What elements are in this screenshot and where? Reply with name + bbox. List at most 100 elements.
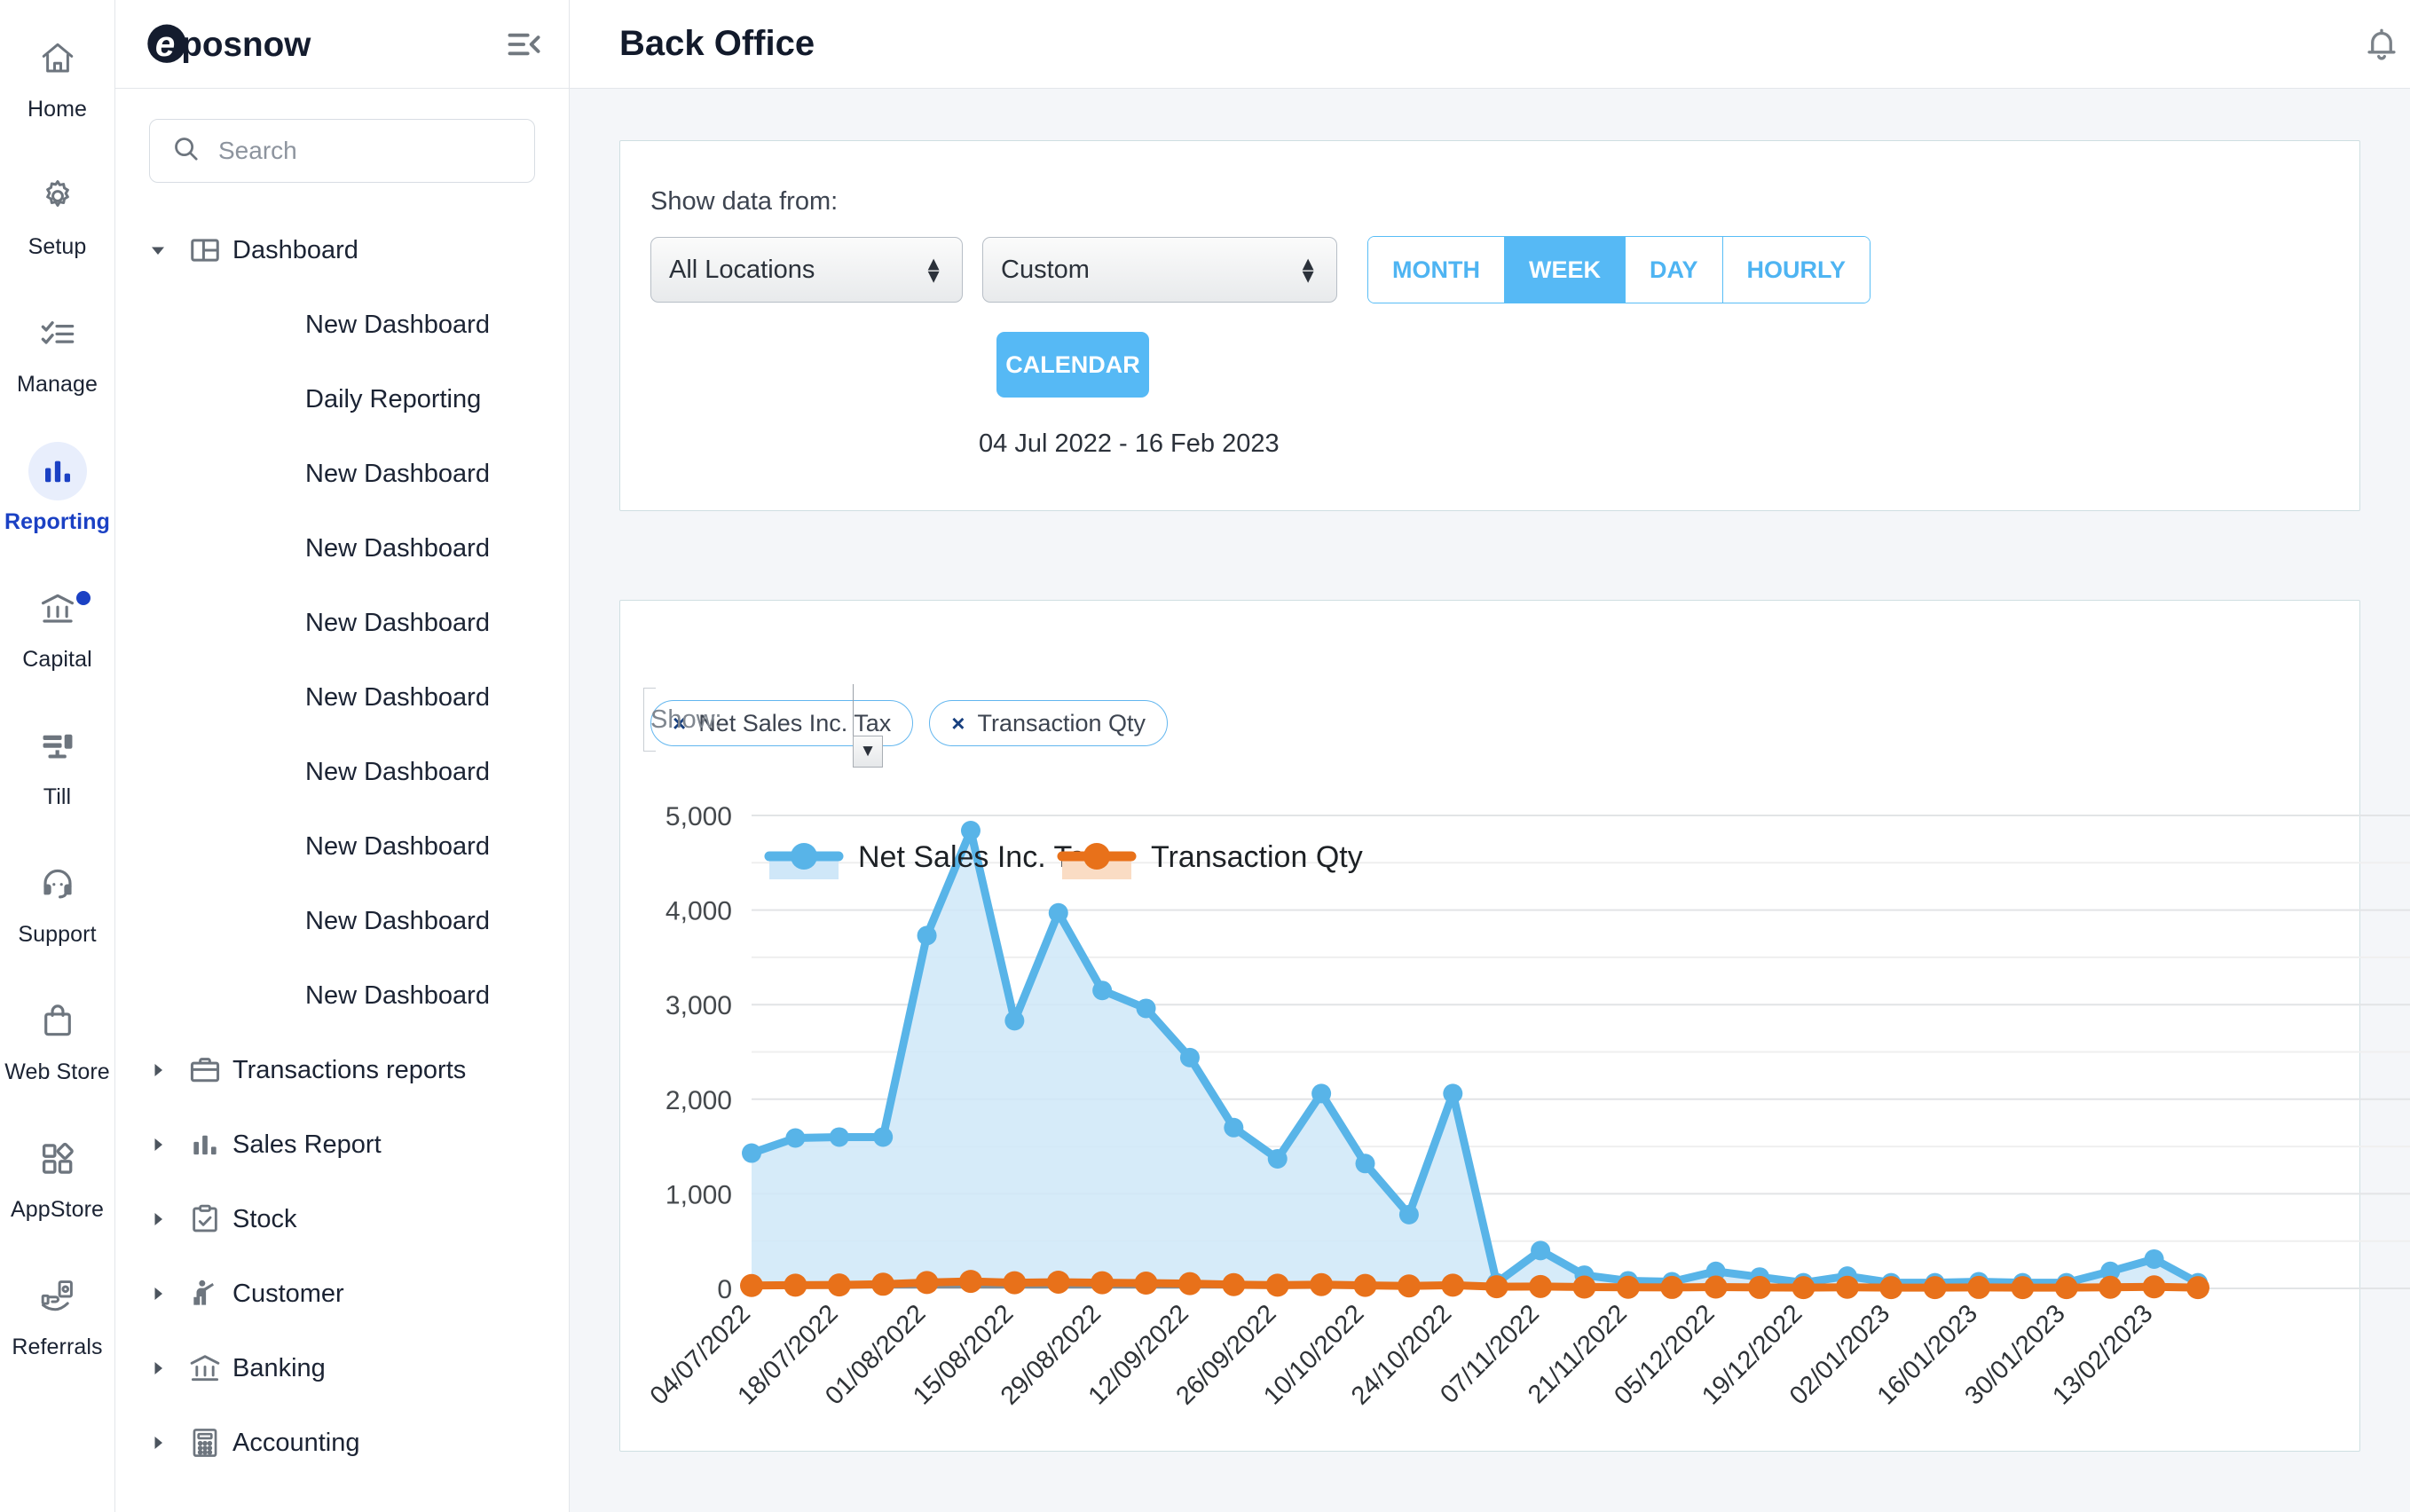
dashboard-layout-icon <box>177 233 232 267</box>
chevron-down-icon <box>138 240 177 261</box>
content-scroll: Show data from: All Locations ▲ ▼ Custom … <box>570 89 2410 1512</box>
granularity-segmented-control: MONTH WEEK DAY HOURLY <box>1367 236 1871 303</box>
bank-icon <box>28 579 87 638</box>
home-icon <box>28 29 87 88</box>
search-icon <box>171 134 201 168</box>
eposnow-logo: e posnow <box>146 23 351 66</box>
nav-child-item[interactable]: New Dashboard <box>115 884 569 958</box>
chart-legend: Net Sales Inc. Tax Transaction Qty <box>764 840 1363 879</box>
headset-icon <box>28 854 87 913</box>
rail-item-label: Setup <box>28 234 87 259</box>
date-range-text: 04 Jul 2022 - 16 Feb 2023 <box>979 429 1280 458</box>
nav-group-label: Sales Report <box>232 1130 382 1159</box>
search-input[interactable] <box>218 137 513 165</box>
chart-card: Show: ▼ × Net Sales Inc. Tax × Transacti… <box>619 600 2410 1452</box>
briefcase-icon <box>177 1053 232 1087</box>
collapse-menu-icon[interactable] <box>505 25 544 64</box>
calendar-button[interactable]: CALENDAR <box>996 332 1149 398</box>
granularity-hourly-button[interactable]: HOURLY <box>1722 237 1871 303</box>
rail-item-setup[interactable]: Setup <box>0 145 115 282</box>
svg-text:0: 0 <box>717 1275 732 1304</box>
top-bar: Back Office <box>570 0 2410 89</box>
show-metrics-row: Show: ▼ × Net Sales Inc. Tax × Transacti… <box>643 684 2359 768</box>
bar-chart-icon <box>28 442 87 500</box>
search-box[interactable] <box>149 119 535 183</box>
svg-text:Transaction Qty: Transaction Qty <box>1151 840 1363 874</box>
nav-child-item[interactable]: New Dashboard <box>115 809 569 884</box>
show-data-from-label: Show data from: <box>650 187 839 216</box>
rail-item-referrals[interactable]: Referrals <box>0 1245 115 1382</box>
nav-group-customer[interactable]: Customer <box>115 1256 569 1331</box>
rail-item-web-store[interactable]: Web Store <box>0 970 115 1107</box>
nav-group-label: Accounting <box>232 1428 360 1457</box>
rail-item-till[interactable]: Till <box>0 695 115 832</box>
hand-money-icon <box>28 1267 87 1326</box>
till-icon <box>28 717 87 776</box>
chevron-right-icon <box>138 1358 177 1379</box>
nav-child-item[interactable]: New Dashboard <box>115 586 569 660</box>
metric-chip-transaction-qty[interactable]: × Transaction Qty <box>929 700 1169 746</box>
nav-group-accounting[interactable]: Accounting <box>115 1406 569 1480</box>
rail-item-label: Capital <box>22 647 92 672</box>
granularity-day-button[interactable]: DAY <box>1625 237 1723 303</box>
main-area: Back Office Show data from: All Location… <box>570 0 2410 1512</box>
rail-item-support[interactable]: Support <box>0 832 115 970</box>
nav-group-stock[interactable]: Stock <box>115 1182 569 1256</box>
chevron-right-icon <box>138 1059 177 1081</box>
chevron-right-icon <box>138 1432 177 1453</box>
rail-item-manage[interactable]: Manage <box>0 282 115 420</box>
nav-child-item[interactable]: New Dashboard <box>115 287 569 362</box>
nav-child-item[interactable]: New Dashboard <box>115 511 569 586</box>
svg-text:2,000: 2,000 <box>666 1086 732 1115</box>
chart-svg: 01,0002,0003,0004,0005,00004/07/202218/0… <box>645 805 2410 1411</box>
nav-child-item[interactable]: New Dashboard <box>115 958 569 1033</box>
nav-child-item[interactable]: Daily Reporting <box>115 362 569 437</box>
navigation-panel: e posnow Search Dashboard New Dashboard … <box>115 0 570 1512</box>
nav-child-item[interactable]: New Dashboard <box>115 660 569 735</box>
rail-item-home[interactable]: Home <box>0 7 115 145</box>
rail-item-capital[interactable]: Capital <box>0 557 115 695</box>
metric-chips: × Net Sales Inc. Tax × Transaction Qty <box>650 700 2359 746</box>
period-select[interactable]: Custom <box>982 237 1337 303</box>
nav-child-item[interactable]: New Dashboard <box>115 735 569 809</box>
notification-bell-icon[interactable] <box>2362 25 2401 64</box>
nav-group-label: Dashboard <box>232 235 358 264</box>
chevron-right-icon <box>138 1134 177 1155</box>
filters-card: Show data from: All Locations ▲ ▼ Custom … <box>619 140 2360 511</box>
nav-group-label: Banking <box>232 1353 326 1382</box>
gear-icon <box>28 167 87 225</box>
rail-item-label: Web Store <box>4 1059 110 1084</box>
rail-item-label: AppStore <box>10 1197 105 1222</box>
chevron-right-icon <box>138 1283 177 1304</box>
rail-item-label: Manage <box>17 372 98 397</box>
apps-grid-icon <box>28 1130 87 1188</box>
nav-group-label: Customer <box>232 1279 344 1308</box>
svg-text:e: e <box>155 24 175 64</box>
rail-item-label: Referrals <box>12 1335 103 1359</box>
calculator-icon <box>177 1426 232 1460</box>
nav-child-item[interactable]: New Dashboard <box>115 437 569 511</box>
svg-text:3,000: 3,000 <box>666 991 732 1020</box>
metric-chip-label: Transaction Qty <box>977 709 1146 736</box>
nav-group-banking[interactable]: Banking <box>115 1331 569 1406</box>
page-title: Back Office <box>619 24 815 63</box>
rail-item-appstore[interactable]: AppStore <box>0 1107 115 1245</box>
remove-chip-icon[interactable]: × <box>951 710 965 737</box>
granularity-month-button[interactable]: MONTH <box>1368 237 1505 303</box>
rail-item-label: Support <box>18 922 97 947</box>
nav-group-dashboard[interactable]: Dashboard <box>115 213 569 287</box>
bank-icon <box>177 1351 232 1385</box>
filters-row: All Locations ▲ ▼ Custom ▲ ▼ MONTH WEEK DA… <box>650 236 2359 303</box>
shopping-bag-icon <box>28 992 87 1051</box>
nav-group-transactions-reports[interactable]: Transactions reports <box>115 1033 569 1107</box>
location-select[interactable]: All Locations <box>650 237 963 303</box>
chevron-down-icon[interactable]: ▼ <box>853 736 883 768</box>
person-chart-icon <box>177 1277 232 1311</box>
capital-notification-dot <box>75 591 91 605</box>
rail-item-reporting[interactable]: Reporting <box>0 420 115 557</box>
granularity-week-button[interactable]: WEEK <box>1504 237 1626 303</box>
sales-area-chart: 0 1,000 2,000 3,000 4,000 5,000 04/07/2022 18/0… <box>620 805 2410 1426</box>
icon-rail: Home Setup Manage Reporting Capital Till… <box>0 0 115 1512</box>
dropdown-stalk <box>853 684 854 736</box>
nav-group-sales-report[interactable]: Sales Report <box>115 1107 569 1182</box>
